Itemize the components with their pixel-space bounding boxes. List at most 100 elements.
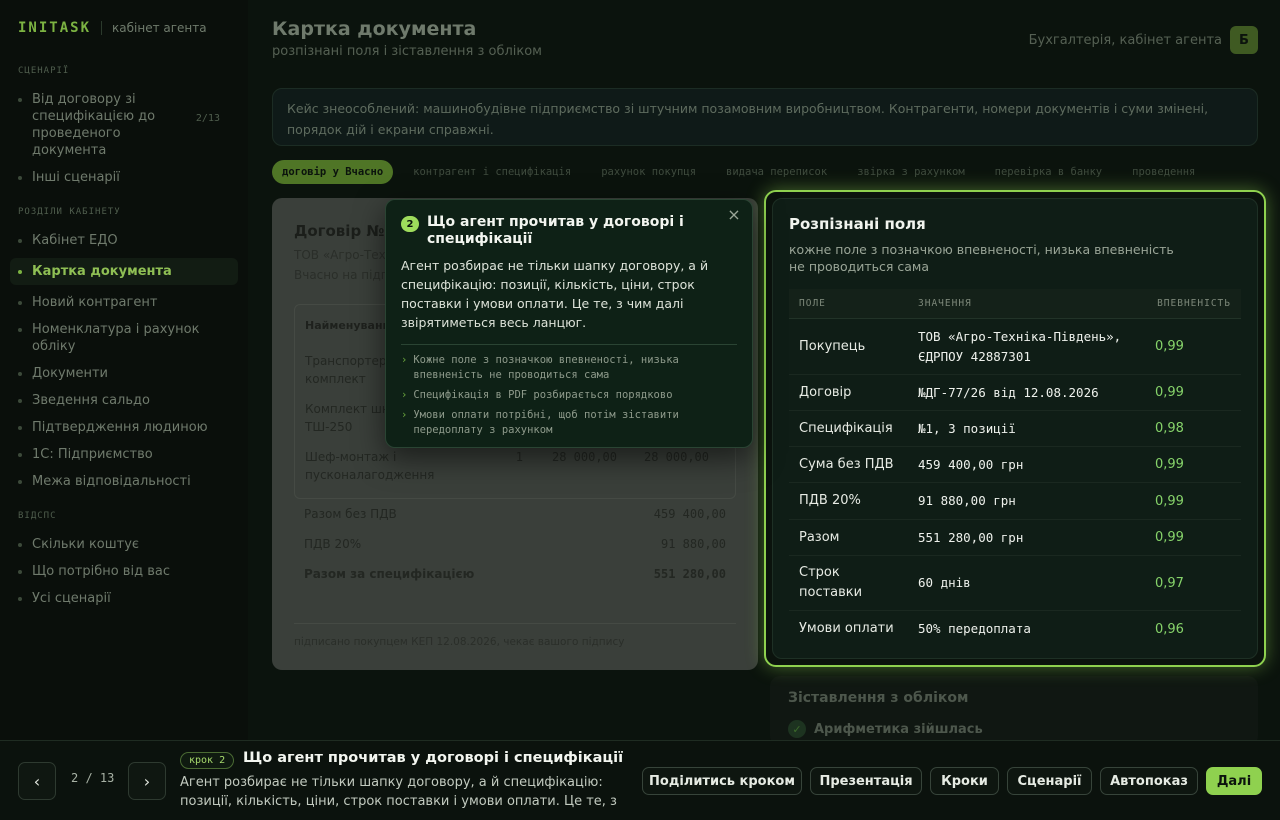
total-row: ПДВ 20% 91 880,00 (294, 529, 736, 559)
bullet-dot-icon (18, 597, 22, 601)
bullet-dot-icon (18, 328, 22, 332)
fields-subtitle: кожне поле з позначкою впевненості, низь… (789, 242, 1174, 274)
chevron-right-icon: › (401, 354, 408, 366)
field-value: 551 280,00 грн (918, 529, 1024, 545)
field-value: 459 400,00 грн (918, 456, 1024, 472)
bullet-dot-icon (18, 570, 22, 574)
bullet-dot-icon (18, 372, 22, 376)
table-row: Сума без ПДВ 459 400,00 грн 0,99 (789, 447, 1241, 483)
total-value: 91 880,00 (660, 537, 726, 551)
field-value: №ДГ-77/26 від 12.08.2026 (918, 384, 1099, 400)
guide-tooltip: 2 Що агент прочитав у договорі і специфі… (385, 199, 753, 448)
sidebar-item-documents[interactable]: Документи (18, 360, 238, 387)
bullet-dot-icon (18, 239, 22, 243)
sidebar-item-label: Кабінет ЕДО (32, 233, 118, 248)
chip-step[interactable]: перевірка в банку (985, 160, 1112, 184)
sidebar-item-responsibility[interactable]: Межа відповідальності (18, 468, 238, 495)
brand-logo[interactable]: INITASK (18, 20, 91, 36)
chip-step[interactable]: звірка з рахунком (847, 160, 974, 184)
share-step-button[interactable]: Поділитись кроком (642, 767, 802, 795)
bullet-dot-icon (18, 399, 22, 403)
total-label: Разом за специфікацією (304, 567, 475, 581)
table-row: Разом 551 280,00 грн 0,99 (789, 520, 1241, 556)
chip-step[interactable]: рахунок покупця (591, 160, 706, 184)
scenarios-button[interactable]: Сценарії (1007, 767, 1092, 795)
table-row: Умови оплати 50% передоплата 0,96 (789, 611, 1241, 647)
total-value: 551 280,00 (653, 567, 726, 581)
next-button[interactable]: Далі (1206, 767, 1262, 795)
brand: INITASK кабінет агента (18, 20, 238, 36)
prev-step-button[interactable]: ‹ (18, 762, 56, 800)
sidebar-item-label: Що потрібно від вас (32, 564, 170, 579)
fields-title: Розпізнані поля (789, 215, 926, 233)
reconciliation-item-label: Арифметика зійшлась (814, 721, 983, 737)
column-header-field: ПОЛЕ (799, 298, 826, 309)
sidebar-item-label: Від договору зі специфікацією до проведе… (32, 92, 156, 158)
sidebar-item-scenario-contract[interactable]: Від договору зі специфікацією до проведе… (18, 86, 228, 164)
total-value: 459 400,00 (653, 507, 726, 521)
item-name: Шеф-монтаж і пусконалагодження (305, 450, 435, 482)
field-name: Строк поставки (799, 565, 863, 600)
field-value: ТОВ «Агро-Техніка-Південь», ЄДРПОУ 42887… (918, 328, 1122, 364)
bullet-dot-icon (18, 176, 22, 180)
sidebar-item-requirements[interactable]: Що потрібно від вас (18, 558, 238, 585)
page-subtitle: розпізнані поля і зіставлення з обліком (272, 44, 542, 59)
sidebar-item-all-scenarios[interactable]: Усі сценарії (18, 585, 238, 612)
sidebar-item-document-card[interactable]: Картка документа (10, 258, 238, 285)
chip-step[interactable]: контрагент і специфікація (403, 160, 581, 184)
avatar[interactable]: Б (1230, 26, 1258, 54)
sidebar-item-pricing[interactable]: Скільки коштує (18, 531, 238, 558)
reconciliation-item: ✓ Арифметика зійшлась (788, 720, 1240, 738)
item-price: 28 000,00 (551, 450, 617, 464)
sidebar-item-label: Усі сценарії (32, 591, 111, 606)
item-qty: 1 (515, 450, 523, 464)
field-value: №1, 3 позиції (918, 420, 1016, 436)
sidebar-item-1c-enterprise[interactable]: 1С: Підприємство (18, 441, 238, 468)
autoplay-button[interactable]: Автопоказ (1100, 767, 1198, 795)
chip-step[interactable]: проведення (1122, 160, 1205, 184)
scenario-progress-count: 2/13 (195, 113, 220, 124)
chip-step[interactable]: договір у Вчасно (272, 160, 394, 184)
brand-subtitle: кабінет агента (112, 21, 207, 35)
presentation-button[interactable]: Презентація (810, 767, 922, 795)
next-step-arrow-button[interactable]: › (128, 762, 166, 800)
field-name: Сума без ПДВ (799, 456, 894, 472)
table-header: ПОЛЕ ЗНАЧЕННЯ ВПЕВНЕНІСТЬ (789, 289, 1241, 319)
chip-step[interactable]: видача переписок (716, 160, 837, 184)
check-icon: ✓ (788, 720, 806, 738)
bullet-dot-icon (18, 543, 22, 547)
sidebar-item-balance-summary[interactable]: Зведення сальдо (18, 387, 238, 414)
step-number-badge: 2 (401, 216, 419, 232)
account-switcher[interactable]: Бухгалтерія, кабінет агента Б (1029, 26, 1258, 54)
recognized-fields-card: Розпізнані поля кожне поле з позначкою в… (772, 198, 1258, 659)
bullet-dot-icon (18, 453, 22, 457)
close-icon[interactable]: × (724, 205, 744, 225)
sidebar-item-edo[interactable]: Кабінет ЕДО (18, 227, 238, 254)
field-confidence: 0,97 (1155, 575, 1184, 591)
steps-button[interactable]: Кроки (930, 767, 999, 795)
bullet-dot-icon (18, 98, 22, 102)
sidebar-item-new-counterparty[interactable]: Новий контрагент (18, 289, 238, 316)
sidebar: INITASK кабінет агента СЦЕНАРІЇ Від дого… (0, 0, 248, 740)
sidebar-item-other-scenarios[interactable]: Інші сценарії (18, 164, 238, 191)
bullet-text: Специфікація в PDF розбирається порядков… (413, 389, 673, 401)
sidebar-item-label: Скільки коштує (32, 537, 140, 552)
field-confidence: 0,99 (1155, 530, 1184, 545)
field-name: Специфікація (799, 420, 893, 436)
field-name: Разом (799, 529, 840, 545)
field-name: Умови оплати (799, 621, 894, 636)
step-title: Що агент прочитав у договорі і специфіка… (243, 750, 624, 766)
sidebar-item-human-confirmation[interactable]: Підтвердження людиною (18, 414, 238, 441)
field-confidence: 0,99 (1155, 457, 1184, 472)
tour-player-bar: ‹ 2 / 13 › крок 2 Що агент прочитав у до… (0, 740, 1280, 820)
sidebar-item-label: 1С: Підприємство (32, 447, 153, 462)
field-confidence: 0,99 (1155, 339, 1184, 354)
sidebar-section-title: СЦЕНАРІЇ (18, 66, 70, 76)
page-title: Картка документа (272, 18, 477, 40)
field-confidence: 0,99 (1155, 385, 1184, 400)
sidebar-item-label: Підтвердження людиною (32, 420, 208, 435)
sidebar-item-nomenclature[interactable]: Номенклатура і рахунок обліку (18, 316, 238, 360)
document-footer: підписано покупцем КЕП 12.08.2026, чекає… (294, 623, 736, 648)
sidebar-item-label: Документи (32, 366, 108, 381)
column-header-confidence: ВПЕВНЕНІСТЬ (1157, 298, 1231, 309)
